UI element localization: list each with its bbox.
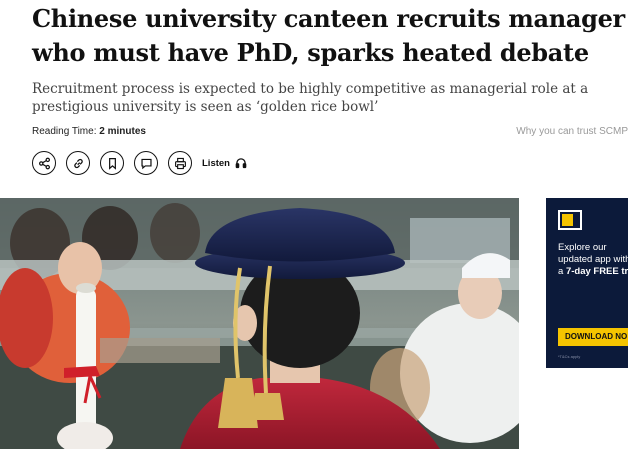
trust-link[interactable]: Why you can trust SCMP bbox=[516, 126, 628, 137]
ad-line-1: Explore our bbox=[558, 242, 607, 253]
reading-time-value: 2 minutes bbox=[99, 126, 146, 137]
share-icon bbox=[38, 157, 50, 169]
listen-button[interactable]: Listen bbox=[202, 157, 247, 169]
share-button[interactable] bbox=[32, 151, 56, 175]
reading-time-label: Reading Time: bbox=[32, 126, 97, 137]
bookmark-icon bbox=[108, 157, 116, 170]
print-button[interactable] bbox=[168, 151, 192, 175]
ad-line-3-prefix: a bbox=[558, 266, 566, 277]
ad-copy: Explore our updated app with a 7-day FRE… bbox=[558, 242, 628, 278]
print-icon bbox=[174, 157, 186, 169]
graduate-canteen-photo bbox=[0, 198, 519, 449]
listen-label: Listen bbox=[202, 157, 230, 169]
scmp-logo-icon bbox=[558, 210, 582, 230]
copy-link-button[interactable] bbox=[66, 151, 90, 175]
article-hero-image bbox=[0, 198, 519, 449]
reading-time: Reading Time: 2 minutes bbox=[32, 126, 146, 137]
ad-line-3: a 7-day FREE tr bbox=[558, 266, 628, 278]
headphones-icon bbox=[235, 158, 247, 169]
article-actions: Listen bbox=[32, 151, 247, 175]
article-subhead: Recruitment process is expected to be hi… bbox=[32, 81, 589, 115]
ad-line-3-bold: 7-day FREE tr bbox=[565, 266, 628, 277]
article-headline: Chinese university canteen recruits mana… bbox=[32, 4, 625, 67]
link-icon bbox=[73, 158, 83, 168]
ad-fine-print: *T&Cs apply bbox=[558, 354, 581, 359]
bookmark-button[interactable] bbox=[100, 151, 124, 175]
app-download-ad[interactable]: Explore our updated app with a 7-day FRE… bbox=[546, 198, 628, 368]
ad-line-2: updated app with bbox=[558, 254, 628, 265]
comment-icon bbox=[140, 158, 152, 169]
comment-button[interactable] bbox=[134, 151, 158, 175]
download-button[interactable]: DOWNLOAD NO bbox=[558, 328, 628, 346]
